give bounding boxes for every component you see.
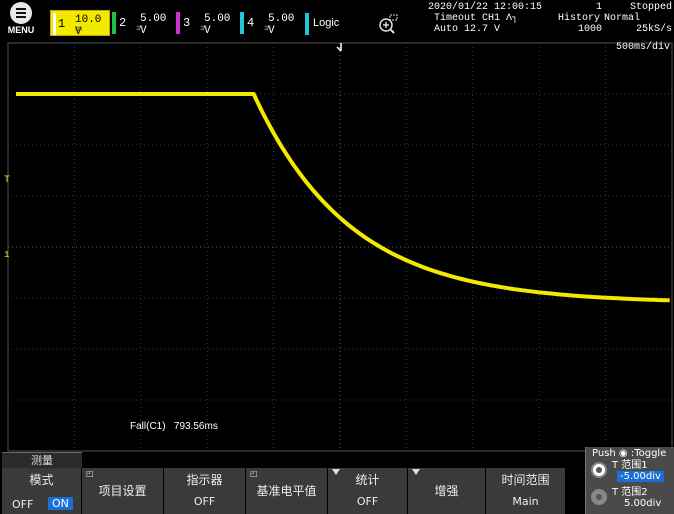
trigger-level-marker: T — [4, 175, 10, 186]
menu-title: 测量 — [2, 452, 82, 468]
channel-4-scale: 5.00 V — [268, 13, 295, 37]
channel-2-coupling: 1M — [136, 25, 143, 32]
time-range-softkey[interactable]: 时间范围 Main — [486, 468, 566, 514]
channel-1-trace — [16, 92, 670, 303]
channel-2-scale: 5.00 V — [140, 13, 167, 37]
history-value: 1000 — [578, 24, 603, 35]
acquisition-status: 1 Stopped History Normal 1000 25kS/s — [556, 2, 674, 35]
top-status-bar: MENU 1 10.0 V 1M 2 5.00 V 1M 3 5.00 V 1M… — [0, 0, 674, 40]
reference-level-label: 基准电平值 — [256, 484, 317, 498]
trigger-mode-level: Auto 12.7 V — [434, 24, 501, 35]
indicator-value: OFF — [193, 495, 216, 508]
channel-4-color-marker — [240, 12, 244, 34]
channel-1-coupling: 1M — [75, 26, 82, 33]
item-setup-label: 项目设置 — [98, 484, 147, 498]
mode-softkey[interactable]: 模式 OFF ON — [2, 468, 82, 514]
channel-4-tab[interactable]: 4 5.00 V 1M — [240, 10, 302, 37]
range1-label: T 范围1 — [612, 460, 648, 471]
sample-rate: 25kS/s — [635, 24, 672, 35]
statistics-softkey[interactable]: 统计 OFF — [328, 468, 408, 514]
logic-label: Logic — [313, 17, 340, 29]
menu-label: MENU — [7, 25, 35, 35]
channel-1-tab[interactable]: 1 10.0 V 1M — [50, 10, 110, 38]
time-range-value: Main — [512, 495, 539, 508]
trigger-type: Timeout CH1 Ʌ┐ — [434, 13, 519, 24]
graticule — [7, 42, 673, 452]
run-state: Stopped — [629, 2, 672, 13]
item-setup-softkey[interactable]: ◰ 项目设置 — [82, 468, 164, 514]
timebase-readout: 500ms/div — [615, 42, 670, 53]
time-range-label: 时间范围 — [501, 473, 550, 487]
zoom-icon[interactable] — [378, 14, 398, 34]
channel-4-coupling: 1M — [264, 25, 271, 32]
channel-3-tab[interactable]: 3 5.00 V 1M — [176, 10, 238, 37]
enhance-softkey[interactable]: 增强 — [408, 468, 486, 514]
measurement-label: Fall(C1) — [130, 421, 166, 432]
datetime: 2020/01/22 12:00:15 — [428, 2, 543, 13]
mode-label: 模式 — [29, 473, 54, 487]
menu-icon — [10, 2, 32, 24]
acquisition-count: 1 — [596, 2, 603, 13]
channel-2-color-marker — [112, 12, 116, 34]
statistics-label: 统计 — [355, 473, 380, 487]
channel-1-number: 1 — [58, 17, 66, 31]
trigger-status: 2020/01/22 12:00:15 Timeout CH1 Ʌ┐ Auto … — [428, 2, 556, 35]
channel-3-number: 3 — [183, 16, 191, 30]
acquisition-mode: Normal — [604, 13, 641, 24]
mode-off-option: OFF — [12, 498, 34, 511]
logic-tab[interactable]: Logic — [305, 13, 339, 35]
channel-3-scale: 5.00 V — [204, 13, 231, 37]
indicator-softkey[interactable]: 指示器 OFF — [164, 468, 246, 514]
submenu-icon: ◰ — [250, 469, 258, 478]
history-label: History — [558, 13, 601, 24]
trigger-position-marker — [336, 43, 342, 52]
statistics-value: OFF — [356, 495, 379, 508]
indicator-label: 指示器 — [186, 473, 223, 487]
menu-button[interactable]: MENU — [4, 2, 38, 38]
range2-value: 5.00div — [624, 498, 662, 509]
channel-3-color-marker — [176, 12, 180, 34]
waveform-display[interactable]: T 1 — [0, 41, 674, 452]
channel-2-number: 2 — [119, 16, 127, 30]
channel-3-coupling: 1M — [200, 25, 207, 32]
measurement-value: 793.56ms — [173, 421, 218, 432]
channel-2-tab[interactable]: 2 5.00 V 1M — [112, 10, 174, 37]
knob-icon[interactable] — [591, 489, 607, 505]
range-knob-panel[interactable]: Push ◉ :Toggle T 范围1 -5.00div T 范围2 5.00… — [585, 447, 674, 514]
range2-label: T 范围2 — [612, 487, 648, 498]
dropdown-icon — [412, 469, 420, 475]
range1-value: -5.00div — [617, 471, 664, 482]
channel-1-color-marker — [53, 13, 56, 35]
measurement-readout: Fall(C1) 793.56ms — [130, 421, 218, 432]
push-toggle-hint: Push ◉ :Toggle — [592, 448, 667, 459]
reference-level-softkey[interactable]: ◰ 基准电平值 — [246, 468, 328, 514]
enhance-label: 增强 — [434, 484, 459, 498]
mode-on-option: ON — [48, 497, 73, 510]
logic-color-marker — [305, 13, 309, 35]
submenu-icon: ◰ — [86, 469, 94, 478]
channel-4-number: 4 — [247, 16, 255, 30]
ground-marker: 1 — [4, 250, 9, 260]
knob-icon[interactable] — [591, 462, 607, 478]
